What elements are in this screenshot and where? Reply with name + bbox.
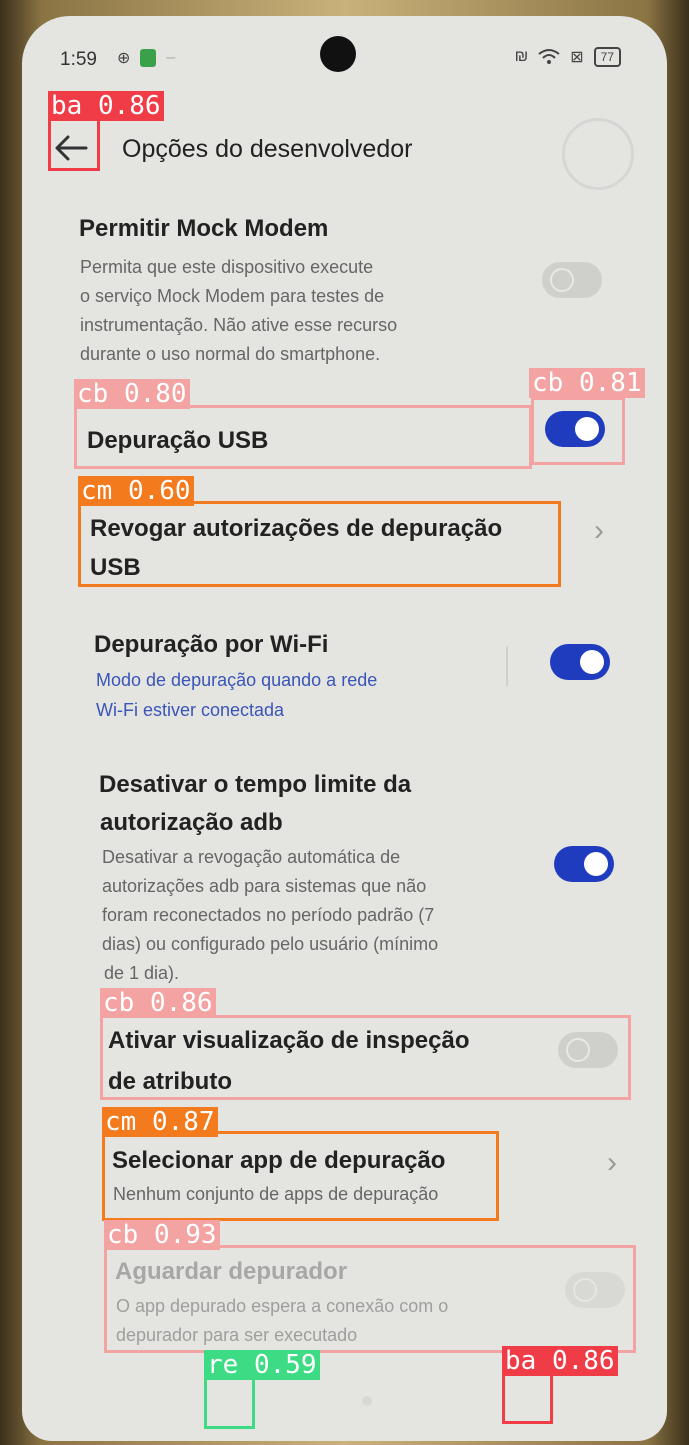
detection-box [48, 117, 100, 171]
adb-timeout-desc-4: dias) ou configurado pelo usuário (mínim… [102, 934, 439, 954]
detection-label: ba 0.86 [48, 91, 164, 121]
floating-button[interactable] [562, 118, 634, 190]
vpn-icon: ⊕ [117, 50, 131, 67]
chevron-right-icon: › [607, 1146, 617, 1179]
wifi-debugging-desc-2: Wi-Fi estiver conectada [96, 700, 285, 720]
mock-modem-toggle[interactable] [542, 262, 602, 298]
nfc-icon: ₪ [514, 48, 529, 65]
detection-label: cb 0.86 [100, 988, 216, 1018]
detection-box [204, 1377, 255, 1429]
nav-dot [362, 1396, 372, 1406]
wifi-debugging-title: Depuração por Wi-Fi [94, 631, 329, 658]
status-icons-right: ₪ ⊠ 77 [515, 47, 621, 67]
detection-label: cb 0.80 [74, 379, 190, 409]
wifi-debugging-desc-1: Modo de depuração quando a rede [96, 670, 378, 690]
detection-label: cb 0.81 [529, 368, 645, 398]
detection-box [74, 405, 532, 469]
detection-label: re 0.59 [204, 1350, 320, 1380]
detection-box [102, 1131, 499, 1221]
detection-box [78, 501, 561, 587]
detection-label: ba 0.86 [502, 1346, 618, 1376]
wifi-icon [538, 49, 560, 64]
detection-box [100, 1015, 631, 1100]
detection-box [104, 1245, 636, 1353]
wifi-debugging-toggle[interactable] [550, 644, 610, 680]
detection-box [531, 397, 625, 465]
adb-timeout-title-1: Desativar o tempo limite da [99, 771, 412, 798]
adb-timeout-desc-5: de 1 dia). [104, 963, 180, 983]
battery-icon: 77 [593, 47, 621, 67]
front-camera [320, 36, 356, 72]
detection-label: cm 0.87 [102, 1107, 218, 1137]
status-icons-left: ⊕ – [117, 48, 175, 68]
divider [506, 646, 508, 686]
adb-timeout-desc-2: autorizações adb para sistemas que não [102, 876, 427, 896]
mock-modem-desc-2: o serviço Mock Modem para testes de [80, 286, 385, 306]
detection-label: cm 0.60 [78, 476, 194, 506]
adb-timeout-title-2: autorização adb [100, 809, 283, 836]
status-time: 1:59 [60, 49, 97, 70]
adb-timeout-desc-1: Desativar a revogação automática de [102, 847, 401, 867]
chevron-right-icon: › [594, 514, 604, 547]
detection-label: cb 0.93 [104, 1220, 220, 1250]
app-notification-icon [140, 49, 157, 67]
detection-box [502, 1372, 553, 1424]
mock-modem-desc-4: durante o uso normal do smartphone. [80, 344, 381, 364]
more-notifications-icon: – [166, 49, 176, 66]
adb-timeout-toggle[interactable] [554, 846, 614, 882]
adb-timeout-desc-3: foram reconectados no período padrão (7 [102, 905, 435, 925]
sim-off-icon: ⊠ [570, 49, 584, 66]
status-bar: 1:59 ⊕ – ₪ ⊠ 77 [22, 16, 667, 96]
mock-modem-desc-1: Permita que este dispositivo execute [80, 257, 374, 277]
mock-modem-desc-3: instrumentação. Não ative esse recurso [80, 315, 398, 335]
mock-modem-title: Permitir Mock Modem [79, 215, 329, 242]
page-title: Opções do desenvolvedor [122, 135, 413, 163]
